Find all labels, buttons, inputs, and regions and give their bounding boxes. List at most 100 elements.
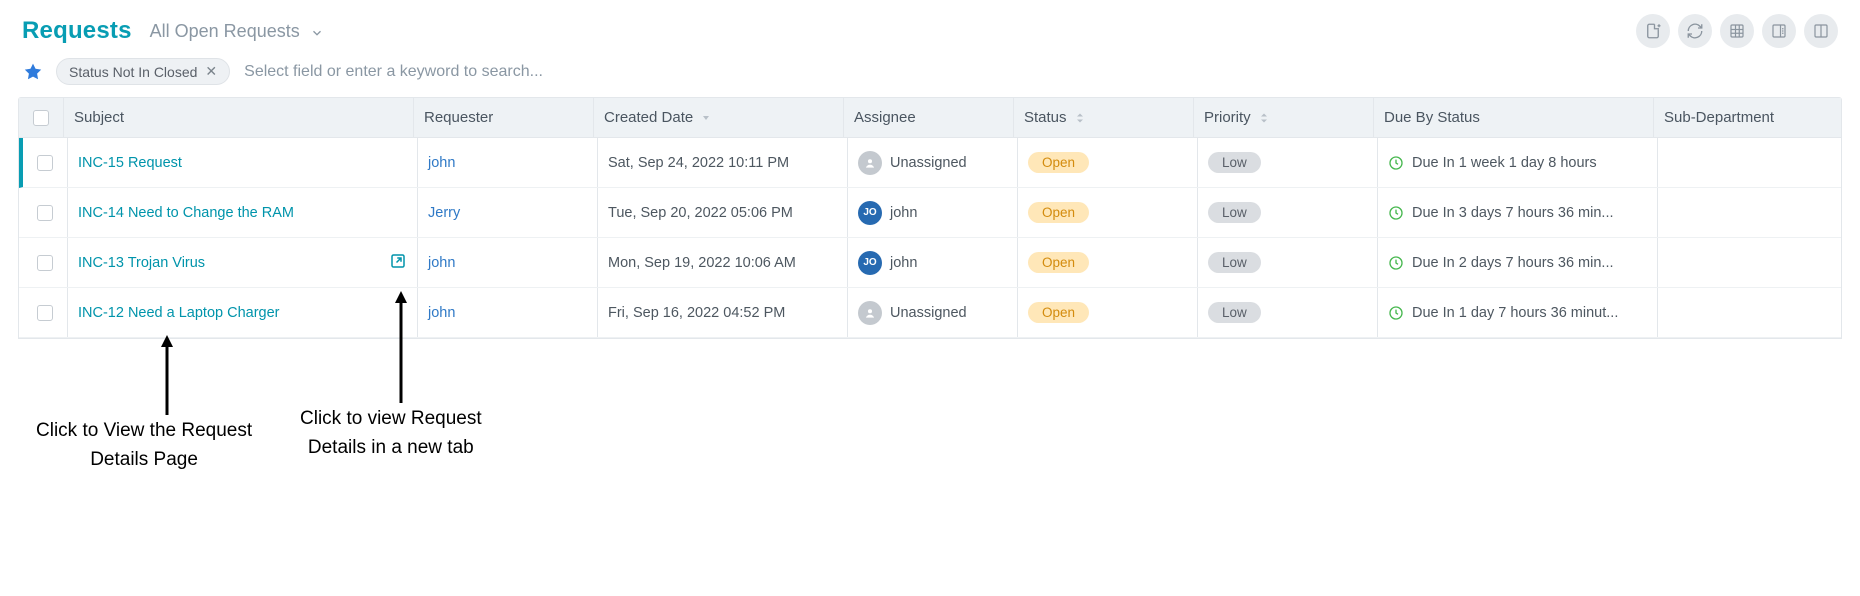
annotation-new-tab: Click to view Request Details in a new t…: [300, 405, 482, 462]
subject-link[interactable]: INC-14 Need to Change the RAM: [78, 205, 294, 221]
cell-due: Due In 1 week 1 day 8 hours: [1377, 138, 1657, 187]
table-body: INC-15 Request john Sat, Sep 24, 2022 10:1…: [19, 138, 1841, 338]
col-created-date[interactable]: Created Date: [593, 98, 843, 137]
created-date-text: Fri, Sep 16, 2022 04:52 PM: [608, 305, 785, 321]
top-left: Requests All Open Requests: [22, 17, 324, 45]
cell-priority: Low: [1197, 288, 1377, 337]
clock-icon: [1388, 205, 1404, 221]
refresh-button[interactable]: [1678, 14, 1712, 48]
search-bar: Status Not In Closed ✕: [0, 58, 1860, 97]
row-checkbox[interactable]: [37, 255, 53, 271]
open-new-tab-icon[interactable]: [389, 252, 407, 274]
col-assignee-label: Assignee: [854, 109, 916, 126]
col-status[interactable]: Status: [1013, 98, 1193, 137]
clock-icon: [1388, 255, 1404, 271]
col-sub-label: Sub-Department: [1664, 109, 1774, 126]
avatar: JO: [858, 201, 882, 225]
star-icon[interactable]: [22, 61, 44, 83]
cell-checkbox: [23, 138, 67, 187]
select-all-checkbox[interactable]: [33, 110, 49, 126]
due-text: Due In 1 week 1 day 8 hours: [1412, 155, 1597, 171]
table-row[interactable]: INC-13 Trojan Virus john Mon, Sep 19, 2022…: [19, 238, 1841, 288]
assignee-name: Unassigned: [890, 155, 967, 171]
cell-created-date: Fri, Sep 16, 2022 04:52 PM: [597, 288, 847, 337]
col-created-label: Created Date: [604, 109, 693, 126]
sort-icon: [1075, 112, 1085, 124]
cell-checkbox: [23, 288, 67, 337]
created-date-text: Mon, Sep 19, 2022 10:06 AM: [608, 255, 796, 271]
table-row[interactable]: INC-14 Need to Change the RAM Jerry Tue, S…: [19, 188, 1841, 238]
filter-label: All Open Requests: [150, 21, 300, 42]
cell-subject: INC-13 Trojan Virus: [67, 238, 417, 287]
side-panel-button[interactable]: [1762, 14, 1796, 48]
due-text: Due In 2 days 7 hours 36 min...: [1412, 255, 1614, 271]
avatar: JO: [858, 251, 882, 275]
col-requester[interactable]: Requester: [413, 98, 593, 137]
cell-subject: INC-14 Need to Change the RAM: [67, 188, 417, 237]
avatar: [858, 151, 882, 175]
row-checkbox[interactable]: [37, 205, 53, 221]
cell-assignee: JOjohn: [847, 188, 1017, 237]
chip-remove-icon[interactable]: ✕: [205, 63, 217, 80]
cell-assignee: Unassigned: [847, 138, 1017, 187]
clock-icon: [1388, 305, 1404, 321]
assignee-name: john: [890, 255, 917, 271]
new-request-button[interactable]: [1636, 14, 1670, 48]
cell-due: Due In 3 days 7 hours 36 min...: [1377, 188, 1657, 237]
top-bar: Requests All Open Requests: [0, 0, 1860, 58]
col-priority[interactable]: Priority: [1193, 98, 1373, 137]
created-date-text: Sat, Sep 24, 2022 10:11 PM: [608, 155, 789, 171]
cell-requester: john: [417, 238, 597, 287]
cell-due: Due In 1 day 7 hours 36 minut...: [1377, 288, 1657, 337]
cell-sub-department: [1657, 188, 1841, 237]
search-input[interactable]: [242, 62, 1838, 82]
sort-icon: [1259, 112, 1269, 124]
toolbar: [1636, 14, 1838, 48]
cell-assignee: Unassigned: [847, 288, 1017, 337]
due-text: Due In 1 day 7 hours 36 minut...: [1412, 305, 1618, 321]
row-checkbox[interactable]: [37, 305, 53, 321]
subject-link[interactable]: INC-12 Need a Laptop Charger: [78, 305, 280, 321]
requests-table: Subject Requester Created Date Assignee …: [18, 97, 1842, 339]
subject-link[interactable]: INC-13 Trojan Virus: [78, 255, 205, 271]
col-requester-label: Requester: [424, 109, 493, 126]
arrow-icon: [158, 335, 176, 415]
cell-created-date: Tue, Sep 20, 2022 05:06 PM: [597, 188, 847, 237]
grid-view-button[interactable]: [1720, 14, 1754, 48]
avatar: [858, 301, 882, 325]
subject-link[interactable]: INC-15 Request: [78, 155, 182, 171]
cell-checkbox: [23, 238, 67, 287]
col-assignee[interactable]: Assignee: [843, 98, 1013, 137]
filter-dropdown[interactable]: All Open Requests: [150, 21, 324, 42]
col-due[interactable]: Due By Status: [1373, 98, 1653, 137]
cell-sub-department: [1657, 138, 1841, 187]
cell-created-date: Mon, Sep 19, 2022 10:06 AM: [597, 238, 847, 287]
cell-status: Open: [1017, 138, 1197, 187]
priority-badge: Low: [1208, 152, 1261, 173]
col-checkbox: [19, 98, 63, 137]
col-subject[interactable]: Subject: [63, 98, 413, 137]
row-checkbox[interactable]: [37, 155, 53, 171]
priority-badge: Low: [1208, 252, 1261, 273]
cell-status: Open: [1017, 188, 1197, 237]
requester-link[interactable]: john: [428, 255, 455, 271]
col-priority-label: Priority: [1204, 109, 1251, 126]
split-view-button[interactable]: [1804, 14, 1838, 48]
table-row[interactable]: INC-12 Need a Laptop Charger john Fri, Sep…: [19, 288, 1841, 338]
requester-link[interactable]: john: [428, 305, 455, 321]
created-date-text: Tue, Sep 20, 2022 05:06 PM: [608, 205, 793, 221]
cell-subject: INC-15 Request: [67, 138, 417, 187]
cell-requester: Jerry: [417, 188, 597, 237]
due-text: Due In 3 days 7 hours 36 min...: [1412, 205, 1614, 221]
cell-requester: john: [417, 138, 597, 187]
col-due-label: Due By Status: [1384, 109, 1480, 126]
requester-link[interactable]: Jerry: [428, 205, 460, 221]
status-badge: Open: [1028, 302, 1089, 323]
filter-chip[interactable]: Status Not In Closed ✕: [56, 58, 230, 85]
requester-link[interactable]: john: [428, 155, 455, 171]
col-sub-department[interactable]: Sub-Department: [1653, 98, 1841, 137]
cell-checkbox: [23, 188, 67, 237]
status-badge: Open: [1028, 202, 1089, 223]
table-row[interactable]: INC-15 Request john Sat, Sep 24, 2022 10:1…: [19, 138, 1841, 188]
priority-badge: Low: [1208, 302, 1261, 323]
